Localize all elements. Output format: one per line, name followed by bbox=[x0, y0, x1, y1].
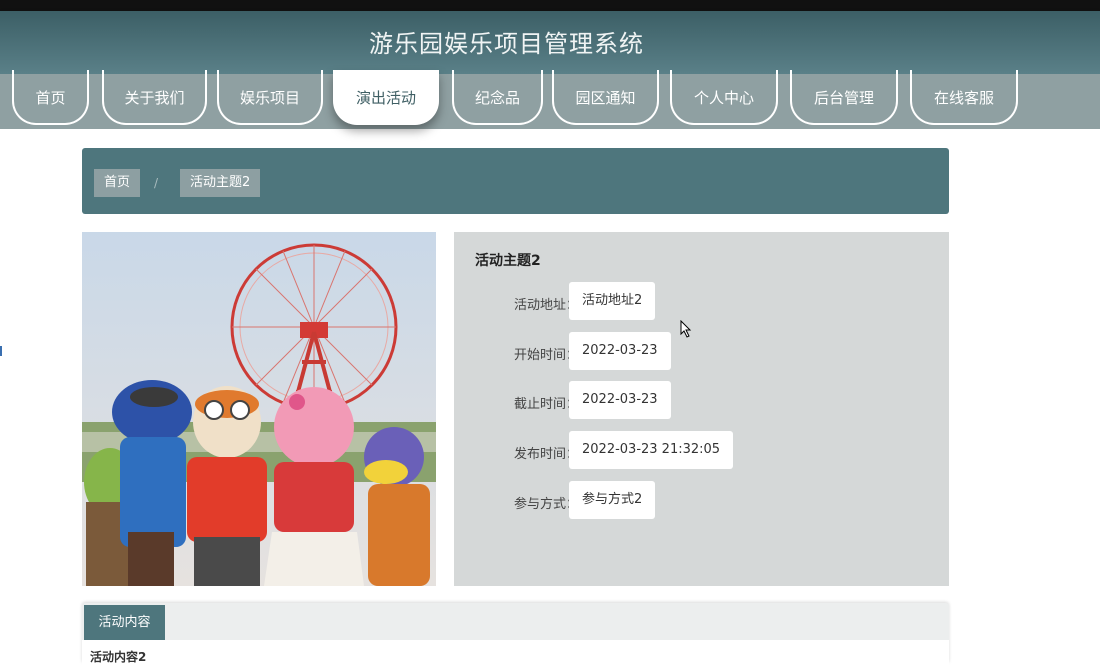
site-title: 游乐园娱乐项目管理系统 bbox=[369, 30, 644, 58]
publish-time-value: 2022-03-23 21:32:05 bbox=[569, 431, 734, 469]
breadcrumb: 首页 / 活动主题2 bbox=[82, 148, 949, 214]
participation-label: 参与方式： bbox=[513, 497, 579, 512]
nav-item-park-notices[interactable]: 园区通知 bbox=[552, 70, 659, 125]
nav-item-attractions[interactable]: 娱乐项目 bbox=[217, 70, 323, 125]
activity-info-panel: 活动主题2 活动地址： 活动地址2 开始时间： 2022-03-23 截止时间：… bbox=[454, 232, 949, 586]
participation-value: 参与方式2 bbox=[569, 481, 656, 519]
breadcrumb-separator: / bbox=[154, 176, 159, 190]
nav-item-souvenirs[interactable]: 纪念品 bbox=[452, 70, 543, 125]
end-time-value: 2022-03-23 bbox=[569, 381, 671, 419]
edge-marker bbox=[0, 346, 2, 356]
tab-content-text: 活动内容2 bbox=[90, 650, 147, 664]
address-label: 活动地址： bbox=[513, 298, 579, 313]
nav-item-performances[interactable]: 演出活动 bbox=[333, 70, 439, 125]
tab-activity-content[interactable]: 活动内容 bbox=[84, 605, 165, 640]
start-time-label: 开始时间： bbox=[513, 348, 579, 363]
tab-content-area: 活动内容2 bbox=[82, 640, 949, 670]
end-time-label: 截止时间： bbox=[513, 397, 579, 412]
window-top-strip bbox=[0, 0, 1100, 11]
start-time-value: 2022-03-23 bbox=[569, 332, 671, 370]
main-nav: 首页 关于我们 娱乐项目 演出活动 纪念品 园区通知 个人中心 后台管理 在线客… bbox=[0, 70, 1100, 129]
nav-item-online-service[interactable]: 在线客服 bbox=[910, 70, 1018, 125]
content-tabs: 活动内容 活动内容2 bbox=[82, 603, 949, 670]
nav-item-home[interactable]: 首页 bbox=[12, 70, 89, 125]
nav-item-admin[interactable]: 后台管理 bbox=[790, 70, 898, 125]
mouse-pointer-icon bbox=[680, 319, 692, 342]
breadcrumb-home[interactable]: 首页 bbox=[94, 169, 141, 197]
activity-photo bbox=[82, 232, 436, 586]
site-header: 游乐园娱乐项目管理系统 bbox=[0, 11, 1100, 74]
activity-title: 活动主题2 bbox=[475, 253, 541, 269]
nav-item-about[interactable]: 关于我们 bbox=[102, 70, 207, 125]
nav-item-personal-center[interactable]: 个人中心 bbox=[670, 70, 778, 125]
breadcrumb-current[interactable]: 活动主题2 bbox=[180, 169, 261, 197]
publish-time-label: 发布时间： bbox=[513, 447, 579, 462]
address-value: 活动地址2 bbox=[569, 282, 656, 320]
